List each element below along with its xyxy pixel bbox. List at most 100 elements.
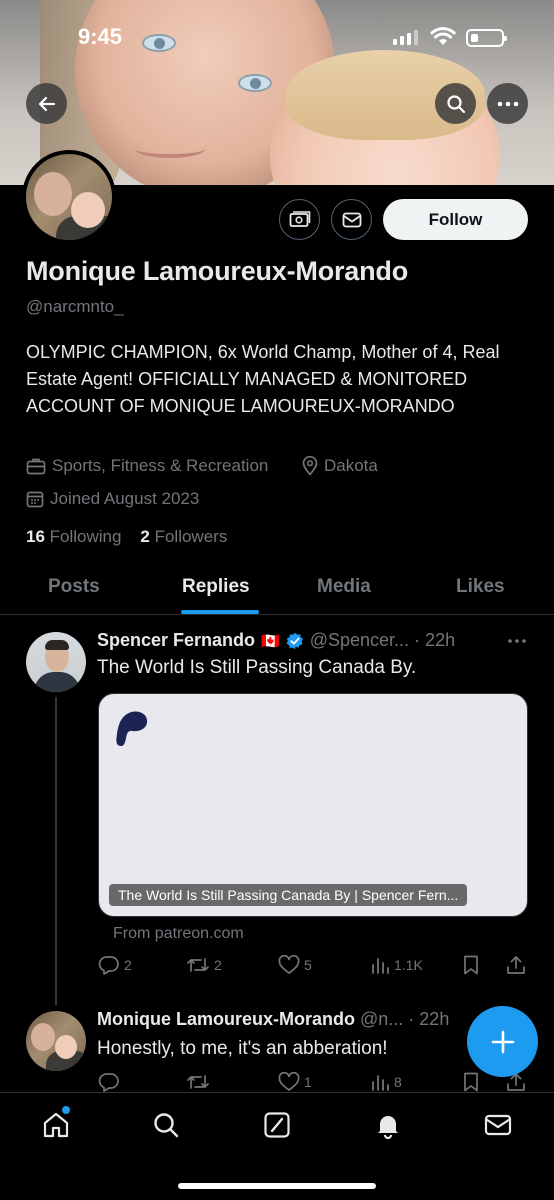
following-link[interactable]: 16 Following (26, 527, 121, 546)
active-tab-indicator (181, 610, 259, 614)
more-button[interactable] (487, 83, 528, 124)
money-icon (289, 210, 310, 227)
like-button[interactable]: 5 (278, 955, 312, 975)
home-indicator[interactable] (178, 1183, 376, 1189)
followers-label: Followers (154, 527, 228, 546)
briefcase-icon (26, 458, 46, 475)
like-button[interactable]: 1 (278, 1072, 312, 1092)
post-handle-time: @n... · 22h (360, 1009, 450, 1029)
tab-replies[interactable]: Replies (182, 576, 250, 598)
post-author-name[interactable]: Monique Lamoureux-Morando (97, 1009, 355, 1029)
reply-button[interactable]: 2 (98, 955, 132, 975)
link-card[interactable]: The World Is Still Passing Canada By | S… (98, 693, 528, 917)
search-button[interactable] (435, 83, 476, 124)
banner-photo-part (135, 140, 205, 158)
views-count: 1.1K (394, 957, 423, 973)
views-button[interactable]: 8 (370, 1072, 402, 1092)
views-button[interactable]: 1.1K (370, 955, 423, 975)
followers-count: 2 (140, 527, 150, 546)
post-text: The World Is Still Passing Canada By. (97, 657, 417, 678)
more-horizontal-icon (497, 101, 518, 106)
avatar-photo-part (71, 192, 105, 228)
views-count: 8 (394, 1074, 402, 1090)
share-button[interactable] (506, 955, 526, 975)
follow-counts: 16 Following 2 Followers (26, 527, 227, 547)
post-text: Honestly, to me, it's an abberation! (97, 1038, 388, 1059)
bookmark-button[interactable] (462, 955, 480, 975)
post-header: Spencer Fernando 🇨🇦 @Spencer... · 22h (97, 630, 455, 651)
reply-icon (98, 1073, 119, 1092)
notification-dot (62, 1106, 70, 1114)
link-card-source: From patreon.com (113, 925, 244, 942)
post-author-avatar[interactable] (26, 1011, 86, 1071)
back-button[interactable] (26, 83, 67, 124)
profile-avatar[interactable] (22, 150, 116, 244)
arrow-left-icon (38, 96, 55, 111)
search-icon (446, 94, 465, 113)
compose-button[interactable] (467, 1006, 538, 1077)
share-icon (507, 956, 525, 974)
bookmark-icon (464, 1072, 478, 1092)
nav-notifications[interactable] (373, 1110, 403, 1140)
analytics-icon (372, 958, 389, 974)
tab-likes[interactable]: Likes (456, 576, 505, 598)
follow-button[interactable]: Follow (383, 199, 528, 240)
bookmark-icon (464, 955, 478, 975)
nav-messages[interactable] (483, 1110, 513, 1140)
status-time: 9:45 (78, 24, 123, 49)
plus-icon (491, 1030, 514, 1053)
calendar-icon (26, 491, 44, 508)
like-count: 5 (304, 957, 312, 973)
post-header: Monique Lamoureux-Morando @n... · 22h (97, 1009, 449, 1030)
patreon-logo-icon (116, 711, 148, 746)
followers-link[interactable]: 2 Followers (140, 527, 227, 546)
battery-icon (466, 29, 507, 47)
verified-badge-icon (286, 632, 303, 649)
wifi-icon (430, 27, 456, 45)
link-card-title: The World Is Still Passing Canada By | S… (109, 884, 468, 906)
post-more-icon[interactable] (507, 638, 527, 644)
status-bar: 9:45 (0, 0, 554, 70)
reply-button[interactable] (98, 1072, 120, 1092)
post-handle-time: @Spencer... · 22h (309, 630, 456, 650)
profile-handle: @narcmnto_ (26, 297, 124, 316)
category-text: Sports, Fitness & Recreation (52, 456, 269, 475)
location-text: Dakota (324, 456, 378, 475)
profile-location: Dakota (302, 456, 378, 476)
tab-media[interactable]: Media (317, 576, 371, 598)
reply-icon (98, 956, 119, 975)
repost-button[interactable] (186, 1072, 210, 1092)
reply-count: 2 (124, 957, 132, 973)
following-count: 16 (26, 527, 45, 546)
repost-button[interactable]: 2 (186, 955, 222, 975)
bookmark-button[interactable] (462, 1072, 480, 1092)
post-author-avatar[interactable] (26, 632, 86, 692)
post-actions: 1 8 (98, 1072, 528, 1092)
flag-emoji: 🇨🇦 (261, 632, 280, 650)
nav-search[interactable] (151, 1110, 181, 1140)
profile-tabs: Posts Replies Media Likes (0, 565, 554, 615)
tab-posts[interactable]: Posts (48, 576, 100, 598)
post-author-name[interactable]: Spencer Fernando (97, 630, 255, 651)
envelope-icon (342, 212, 361, 227)
like-count: 1 (304, 1074, 312, 1090)
banner-photo-part (238, 74, 272, 92)
nav-home[interactable] (41, 1106, 71, 1140)
heart-icon (278, 1072, 300, 1091)
location-pin-icon (302, 456, 318, 476)
avatar-photo-part (34, 172, 72, 216)
tip-button[interactable] (279, 199, 320, 240)
thread-line (55, 697, 57, 1005)
home-icon (43, 1112, 69, 1138)
repost-count: 2 (214, 957, 222, 973)
bell-icon (378, 1116, 398, 1139)
analytics-icon (372, 1075, 389, 1091)
nav-grok[interactable] (262, 1110, 292, 1140)
search-icon (154, 1113, 179, 1138)
repost-icon (187, 1075, 209, 1089)
envelope-icon (484, 1114, 512, 1136)
message-button[interactable] (331, 199, 372, 240)
repost-icon (187, 958, 209, 972)
heart-icon (278, 955, 300, 974)
grok-icon (264, 1112, 290, 1138)
